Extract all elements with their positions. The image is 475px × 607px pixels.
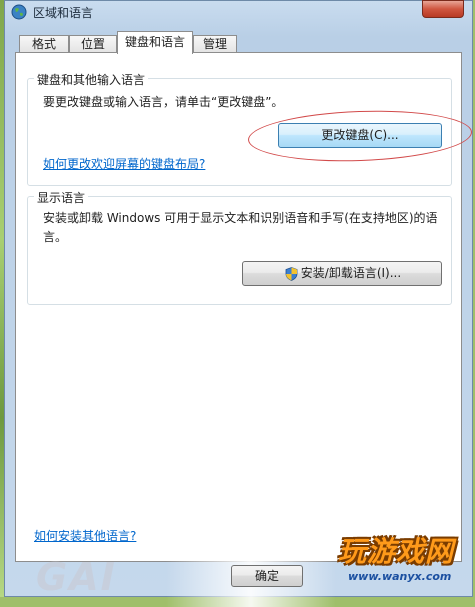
close-button[interactable] bbox=[422, 0, 464, 18]
site-logo-name: 玩游戏网 bbox=[338, 535, 455, 568]
install-uninstall-languages-button[interactable]: 安装/卸载语言(I)... bbox=[242, 261, 442, 286]
tab-location[interactable]: 位置 bbox=[69, 35, 117, 53]
ok-button[interactable]: 确定 bbox=[231, 565, 303, 587]
globe-icon bbox=[11, 4, 27, 20]
install-other-languages-link[interactable]: 如何安装其他语言? bbox=[34, 527, 136, 546]
gai-watermark: GAI bbox=[36, 555, 117, 599]
keyboard-group-legend: 键盘和其他输入语言 bbox=[34, 71, 149, 88]
display-language-group: 显示语言 安装或卸载 Windows 可用于显示文本和识别语音和手写(在支持地区… bbox=[27, 189, 452, 305]
tab-keyboards-languages[interactable]: 键盘和语言 bbox=[117, 31, 193, 54]
display-language-description-line2: 言。 bbox=[43, 230, 68, 244]
site-logo: 玩游戏网 www.wanyx.com bbox=[330, 530, 470, 590]
keyboard-instruction: 要更改键盘或输入语言，请单击“更改键盘”。 bbox=[43, 95, 284, 109]
uac-shield-icon bbox=[285, 267, 298, 281]
display-group-legend: 显示语言 bbox=[34, 189, 89, 206]
display-language-description-line1: 安装或卸载 Windows 可用于显示文本和识别语音和手写(在支持地区)的语 bbox=[43, 211, 438, 225]
tab-administrative[interactable]: 管理 bbox=[193, 35, 237, 53]
welcome-screen-keyboard-link[interactable]: 如何更改欢迎屏幕的键盘布局? bbox=[43, 155, 205, 174]
install-button-label: 安装/卸载语言(I)... bbox=[300, 266, 402, 280]
site-logo-url: www.wanyx.com bbox=[348, 570, 452, 583]
window-title: 区域和语言 bbox=[33, 6, 94, 20]
region-language-dialog: 区域和语言 格式 位置 键盘和语言 管理 键盘和其他输入语言 要更改键盘或输入语… bbox=[4, 0, 473, 607]
tab-format[interactable]: 格式 bbox=[19, 35, 69, 53]
title-bar[interactable]: 区域和语言 bbox=[5, 0, 472, 23]
